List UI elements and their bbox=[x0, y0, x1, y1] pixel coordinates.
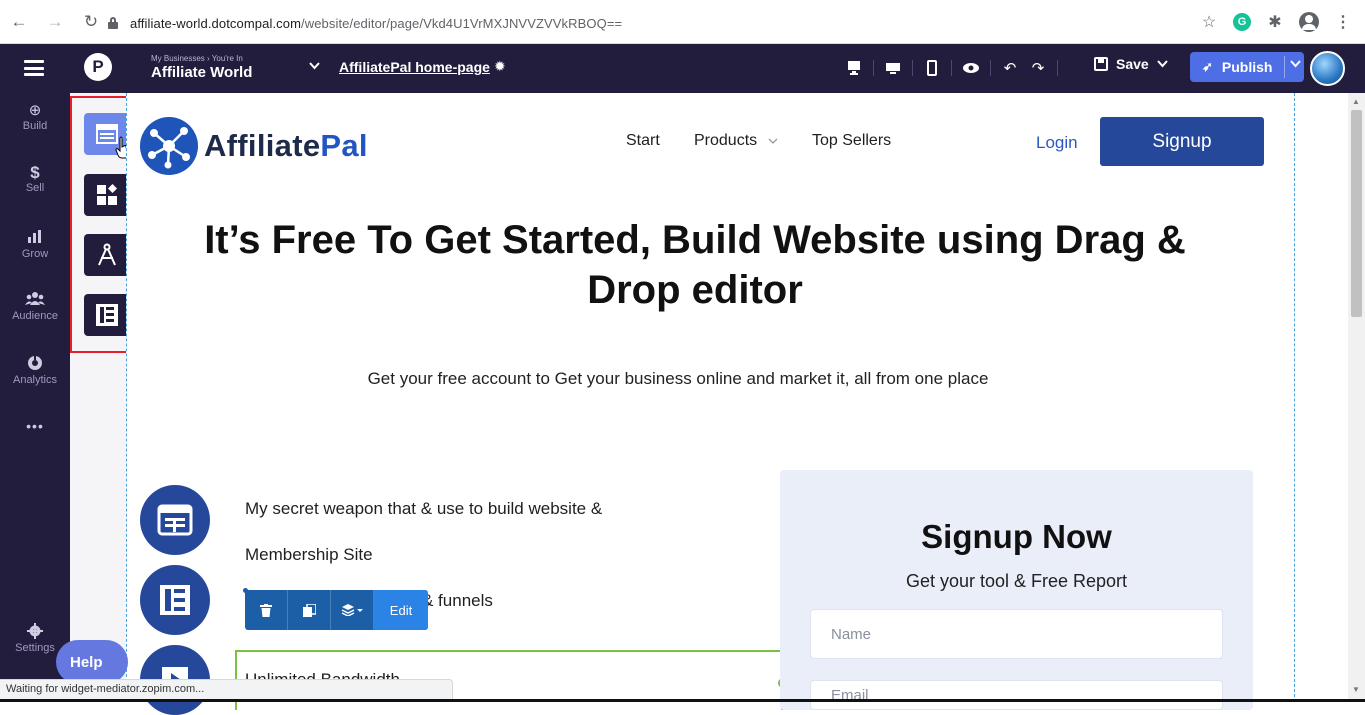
sidebar-item-label: Build bbox=[22, 120, 48, 132]
page-settings-gear-icon[interactable]: ✹ bbox=[494, 58, 506, 75]
business-breadcrumb: My Businesses › You're In bbox=[151, 54, 243, 63]
delete-trash-icon[interactable] bbox=[245, 590, 288, 630]
url-path: /website/editor/page/Vkd4U1VrMXJNVVZVVkR… bbox=[301, 15, 623, 31]
scroll-thumb[interactable] bbox=[1351, 110, 1362, 317]
forward-arrow-icon[interactable]: → bbox=[44, 11, 66, 33]
sidebar-item-grow[interactable]: Grow bbox=[0, 229, 70, 260]
profile-icon[interactable] bbox=[1299, 12, 1319, 32]
dollar-icon: $ bbox=[30, 163, 40, 182]
undo-icon[interactable]: ↶ bbox=[996, 54, 1024, 82]
publish-dropdown-chevron-icon[interactable] bbox=[1290, 59, 1301, 71]
feature-text-line2[interactable]: Membership Site bbox=[245, 545, 373, 565]
feature-icon-circle bbox=[140, 485, 210, 555]
layers-stack-icon[interactable] bbox=[331, 590, 374, 630]
more-dots-icon[interactable]: ••• bbox=[0, 418, 70, 434]
page-scrollbar[interactable]: ▲ ▼ bbox=[1348, 93, 1365, 702]
duplicate-copy-icon[interactable] bbox=[288, 590, 331, 630]
feature-text-line1[interactable]: My secret weapon that & use to build web… bbox=[245, 499, 602, 519]
nav-top-sellers[interactable]: Top Sellers bbox=[812, 132, 891, 150]
scroll-up-arrow-icon[interactable]: ▲ bbox=[1352, 97, 1360, 106]
email-field[interactable] bbox=[810, 680, 1223, 710]
rocket-icon: ➶ bbox=[1202, 59, 1213, 74]
bookmark-star-icon[interactable]: ☆ bbox=[1199, 12, 1219, 32]
sidebar-item-label: Settings bbox=[15, 642, 55, 654]
right-guide-line bbox=[1294, 93, 1295, 702]
left-guide-line bbox=[126, 93, 127, 702]
user-avatar[interactable] bbox=[1310, 51, 1345, 86]
sidebar-item-audience[interactable]: Audience bbox=[0, 291, 70, 322]
nav-start[interactable]: Start bbox=[626, 132, 660, 150]
desktop-monitor-icon[interactable] bbox=[840, 54, 868, 82]
sidebar-item-label: Grow bbox=[21, 248, 49, 260]
browser-toolbar: ← → ↻ affiliate-world.dotcompal.com/webs… bbox=[0, 0, 1365, 44]
brand-name-part1: Affiliate bbox=[204, 128, 321, 163]
sidebar-item-build[interactable]: ⊕ Build bbox=[0, 101, 70, 132]
login-link[interactable]: Login bbox=[1036, 133, 1078, 153]
sidebar-item-analytics[interactable]: Analytics bbox=[0, 355, 70, 386]
nav-products[interactable]: Products bbox=[694, 132, 778, 150]
pie-chart-icon bbox=[0, 355, 70, 373]
signup-button[interactable]: Signup bbox=[1100, 117, 1264, 166]
floppy-disk-icon bbox=[1094, 57, 1108, 71]
publish-button[interactable]: ➶ Publish bbox=[1190, 52, 1304, 82]
grammarly-extension-icon[interactable]: G bbox=[1233, 13, 1251, 31]
bar-chart-icon bbox=[0, 229, 70, 247]
reload-icon[interactable]: ↻ bbox=[80, 11, 102, 33]
scroll-down-arrow-icon[interactable]: ▼ bbox=[1352, 685, 1360, 694]
preview-eye-icon[interactable] bbox=[957, 54, 985, 82]
sidebar-item-label: Analytics bbox=[12, 374, 58, 386]
editor-topbar: P My Businesses › You're In Affiliate Wo… bbox=[0, 44, 1365, 93]
hero-heading-line1: It’s Free To Get Started, Build Website … bbox=[204, 218, 1186, 262]
business-switch-chevron-icon[interactable] bbox=[309, 61, 320, 73]
page-selector[interactable]: AffiliatePal home-page bbox=[339, 59, 490, 75]
plus-circle-icon: ⊕ bbox=[28, 102, 42, 119]
extensions-puzzle-icon[interactable]: ✱ bbox=[1265, 12, 1285, 32]
browser-status-bar: Waiting for widget-mediator.zopim.com... bbox=[0, 679, 453, 699]
people-icon bbox=[0, 291, 70, 309]
brand-name-part2: Pal bbox=[320, 128, 368, 163]
sidebar-item-label: Sell bbox=[25, 182, 45, 194]
dotcompal-logo[interactable]: P bbox=[84, 53, 112, 81]
nav-products-label: Products bbox=[694, 132, 758, 149]
back-arrow-icon[interactable]: ← bbox=[8, 11, 30, 33]
name-field[interactable] bbox=[810, 609, 1223, 659]
publish-label: Publish bbox=[1221, 59, 1273, 75]
left-sidebar: ⊕ Build $ Sell Grow Audience Analytics •… bbox=[0, 93, 70, 702]
mobile-view-icon[interactable] bbox=[918, 54, 946, 82]
feature-text-funnels[interactable]: & funnels bbox=[422, 591, 493, 611]
signup-card-subtitle[interactable]: Get your tool & Free Report bbox=[780, 571, 1253, 592]
drag-handle-dot[interactable] bbox=[243, 588, 248, 593]
address-bar[interactable]: affiliate-world.dotcompal.com/website/ed… bbox=[108, 9, 1228, 37]
sidebar-item-label: Audience bbox=[12, 310, 58, 322]
save-dropdown-chevron-icon[interactable] bbox=[1156, 60, 1168, 68]
lock-icon bbox=[108, 17, 118, 29]
signup-card-title[interactable]: Signup Now bbox=[780, 518, 1253, 556]
feature-icon-circle bbox=[140, 565, 210, 635]
tablet-view-icon[interactable] bbox=[879, 54, 907, 82]
browser-window-icon bbox=[157, 504, 193, 536]
hamburger-menu-icon[interactable] bbox=[24, 60, 44, 76]
kebab-menu-icon[interactable]: ⋮ bbox=[1333, 12, 1353, 32]
business-name[interactable]: Affiliate World bbox=[151, 64, 252, 81]
hero-heading[interactable]: It’s Free To Get Started, Build Website … bbox=[140, 215, 1250, 315]
redo-icon[interactable]: ↷ bbox=[1024, 54, 1052, 82]
affiliatepal-network-logo-icon bbox=[140, 117, 198, 175]
gear-icon bbox=[0, 623, 70, 641]
help-chat-button[interactable]: Help bbox=[56, 640, 128, 684]
url-domain: affiliate-world.dotcompal.com bbox=[130, 15, 302, 31]
sidebar-item-sell[interactable]: $ Sell bbox=[0, 163, 70, 194]
save-button[interactable]: Save bbox=[1094, 56, 1168, 72]
hero-heading-line2: Drop editor bbox=[587, 268, 803, 312]
hero-subheading[interactable]: Get your free account to Get your busine… bbox=[140, 369, 1216, 389]
chevron-down-icon bbox=[768, 138, 778, 144]
element-toolbar: Edit bbox=[245, 590, 428, 630]
layout-list-icon bbox=[160, 585, 190, 615]
site-brand[interactable]: AffiliatePal bbox=[140, 117, 368, 175]
edit-element-button[interactable]: Edit bbox=[374, 590, 428, 630]
save-label: Save bbox=[1116, 56, 1149, 72]
